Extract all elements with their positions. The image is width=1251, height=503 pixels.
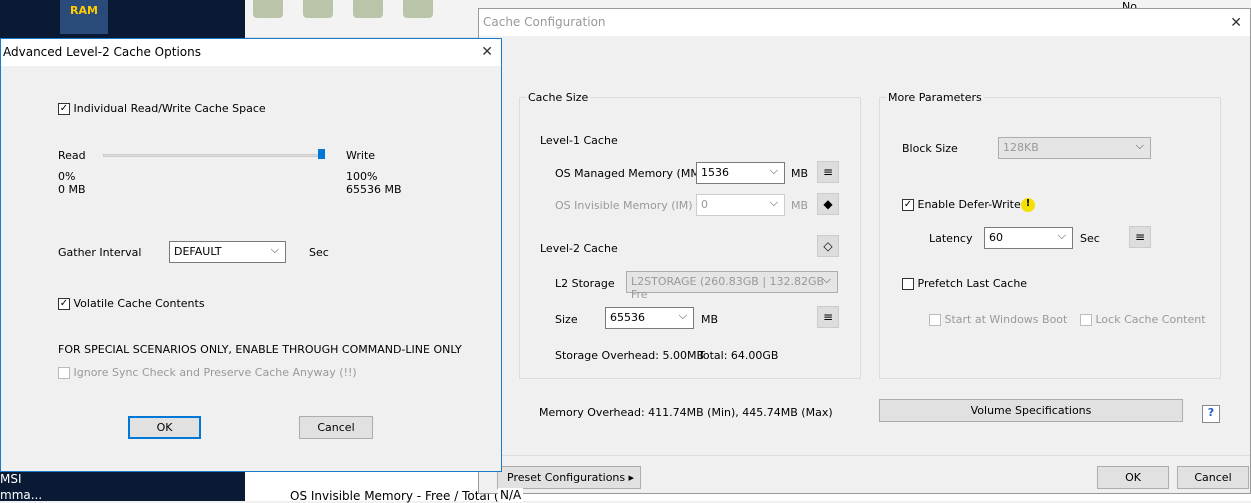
read-percent: 0% [58,170,76,183]
individual-rw-label: Individual Read/Write Cache Space [73,102,266,115]
block-size-label: Block Size [902,142,958,155]
ok-button[interactable]: OK [1097,466,1169,489]
read-label: Read [58,149,86,162]
im-select[interactable]: 0 [696,194,785,216]
database-settings-icon[interactable]: ≡ [1129,226,1151,248]
latency-label: Latency [929,232,973,245]
rw-slider-thumb[interactable] [318,149,325,159]
gather-interval-label: Gather Interval [58,246,142,259]
warning-icon: ! [1021,198,1035,212]
desktop-label: mma... [0,488,43,502]
delete-icon[interactable] [403,0,433,18]
mm-unit: MB [791,167,809,180]
cache-configuration-window: Cache Configuration ✕ Cache Size Level-1… [478,8,1251,494]
im-label: OS Invisible Memory (IM) [555,199,693,212]
row-value: N/A [498,488,524,502]
rw-slider-track[interactable] [103,154,325,157]
defer-write-label: Enable Defer-Write [917,198,1021,211]
write-label: Write [346,149,376,162]
volume-specifications-button[interactable]: Volume Specifications [879,399,1183,422]
database-settings-icon[interactable]: ≡ [817,306,839,328]
more-parameters-group: More Parameters Block Size 128KB ✓ Enabl… [879,91,1221,379]
ignore-sync-checkbox[interactable]: Ignore Sync Check and Preserve Cache Any… [58,366,357,379]
mm-select[interactable]: 1536 [696,162,785,184]
arrow-right-icon: ▸ [628,471,634,484]
mm-label: OS Managed Memory (MM) [555,167,705,180]
write-percent: 100% [346,170,378,183]
prefetch-checkbox[interactable]: Prefetch Last Cache [902,277,1027,290]
ignore-sync-label: Ignore Sync Check and Preserve Cache Any… [73,366,357,379]
advanced-l2-dialog: Advanced Level-2 Cache Options ✕ ✓ Indiv… [0,38,502,472]
size-unit: MB [701,313,719,326]
group-legend: Cache Size [526,91,591,104]
lock-cache-checkbox[interactable]: Lock Cache Content [1080,313,1206,326]
latency-select[interactable]: 60 [984,227,1073,249]
add-icon[interactable] [253,0,283,18]
close-icon[interactable]: ✕ [1230,15,1242,31]
latency-unit: Sec [1080,232,1100,245]
prefetch-label: Prefetch Last Cache [917,277,1028,290]
special-note: FOR SPECIAL SCENARIOS ONLY, ENABLE THROU… [58,343,462,356]
write-mb: 65536 MB [346,183,402,196]
ram-app-icon[interactable]: RAM [60,0,108,34]
dialog-title: Advanced Level-2 Cache Options [1,39,501,66]
lock-cache-label: Lock Cache Content [1095,313,1206,326]
search-icon[interactable] [353,0,383,18]
cancel-button[interactable]: Cancel [1177,466,1249,489]
cancel-button[interactable]: Cancel [299,416,373,439]
size-select[interactable]: 65536 [605,307,694,329]
individual-rw-checkbox[interactable]: ✓ Individual Read/Write Cache Space [58,102,266,115]
cache-size-group: Cache Size Level-1 Cache OS Managed Memo… [519,91,861,379]
l1-label: Level-1 Cache [540,134,618,147]
window-title: Cache Configuration [479,9,1250,36]
preset-label: Preset Configurations [507,471,626,484]
disk-tool-icon[interactable]: ◇ [817,235,839,257]
divider [479,455,1250,456]
settings-icon[interactable] [303,0,333,18]
memory-overhead: Memory Overhead: 411.74MB (Min), 445.74M… [539,406,833,419]
gather-interval-select[interactable]: DEFAULT [169,241,286,263]
database-settings-icon[interactable]: ≡ [817,161,839,183]
block-size-select[interactable]: 128KB [998,137,1151,159]
help-icon[interactable]: ? [1202,405,1220,423]
preset-configurations-button[interactable]: Preset Configurations ▸ [497,466,641,489]
group-legend: More Parameters [886,91,984,104]
storage-total: Total: 64.00GB [698,349,779,362]
defer-write-checkbox[interactable]: ✓ Enable Defer-Write [902,198,1021,211]
l2-label: Level-2 Cache [540,242,618,255]
close-icon[interactable]: ✕ [481,44,493,60]
volatile-label: Volatile Cache Contents [73,297,205,310]
im-unit: MB [791,199,809,212]
read-mb: 0 MB [58,183,86,196]
storage-overhead: Storage Overhead: 5.00MB [555,349,704,362]
storage-select[interactable]: L2STORAGE (260.83GB | 132.82GB Fre [626,271,838,301]
windows-boot-checkbox[interactable]: Start at Windows Boot [929,313,1067,326]
desktop-label: MSI [0,472,22,486]
gather-unit: Sec [309,246,329,259]
ok-button[interactable]: OK [128,416,201,439]
memory-chip-icon[interactable]: ◆ [817,193,839,215]
volatile-checkbox[interactable]: ✓ Volatile Cache Contents [58,297,205,310]
windows-boot-label: Start at Windows Boot [944,313,1068,326]
storage-label: L2 Storage [555,277,615,290]
size-label: Size [555,313,578,326]
